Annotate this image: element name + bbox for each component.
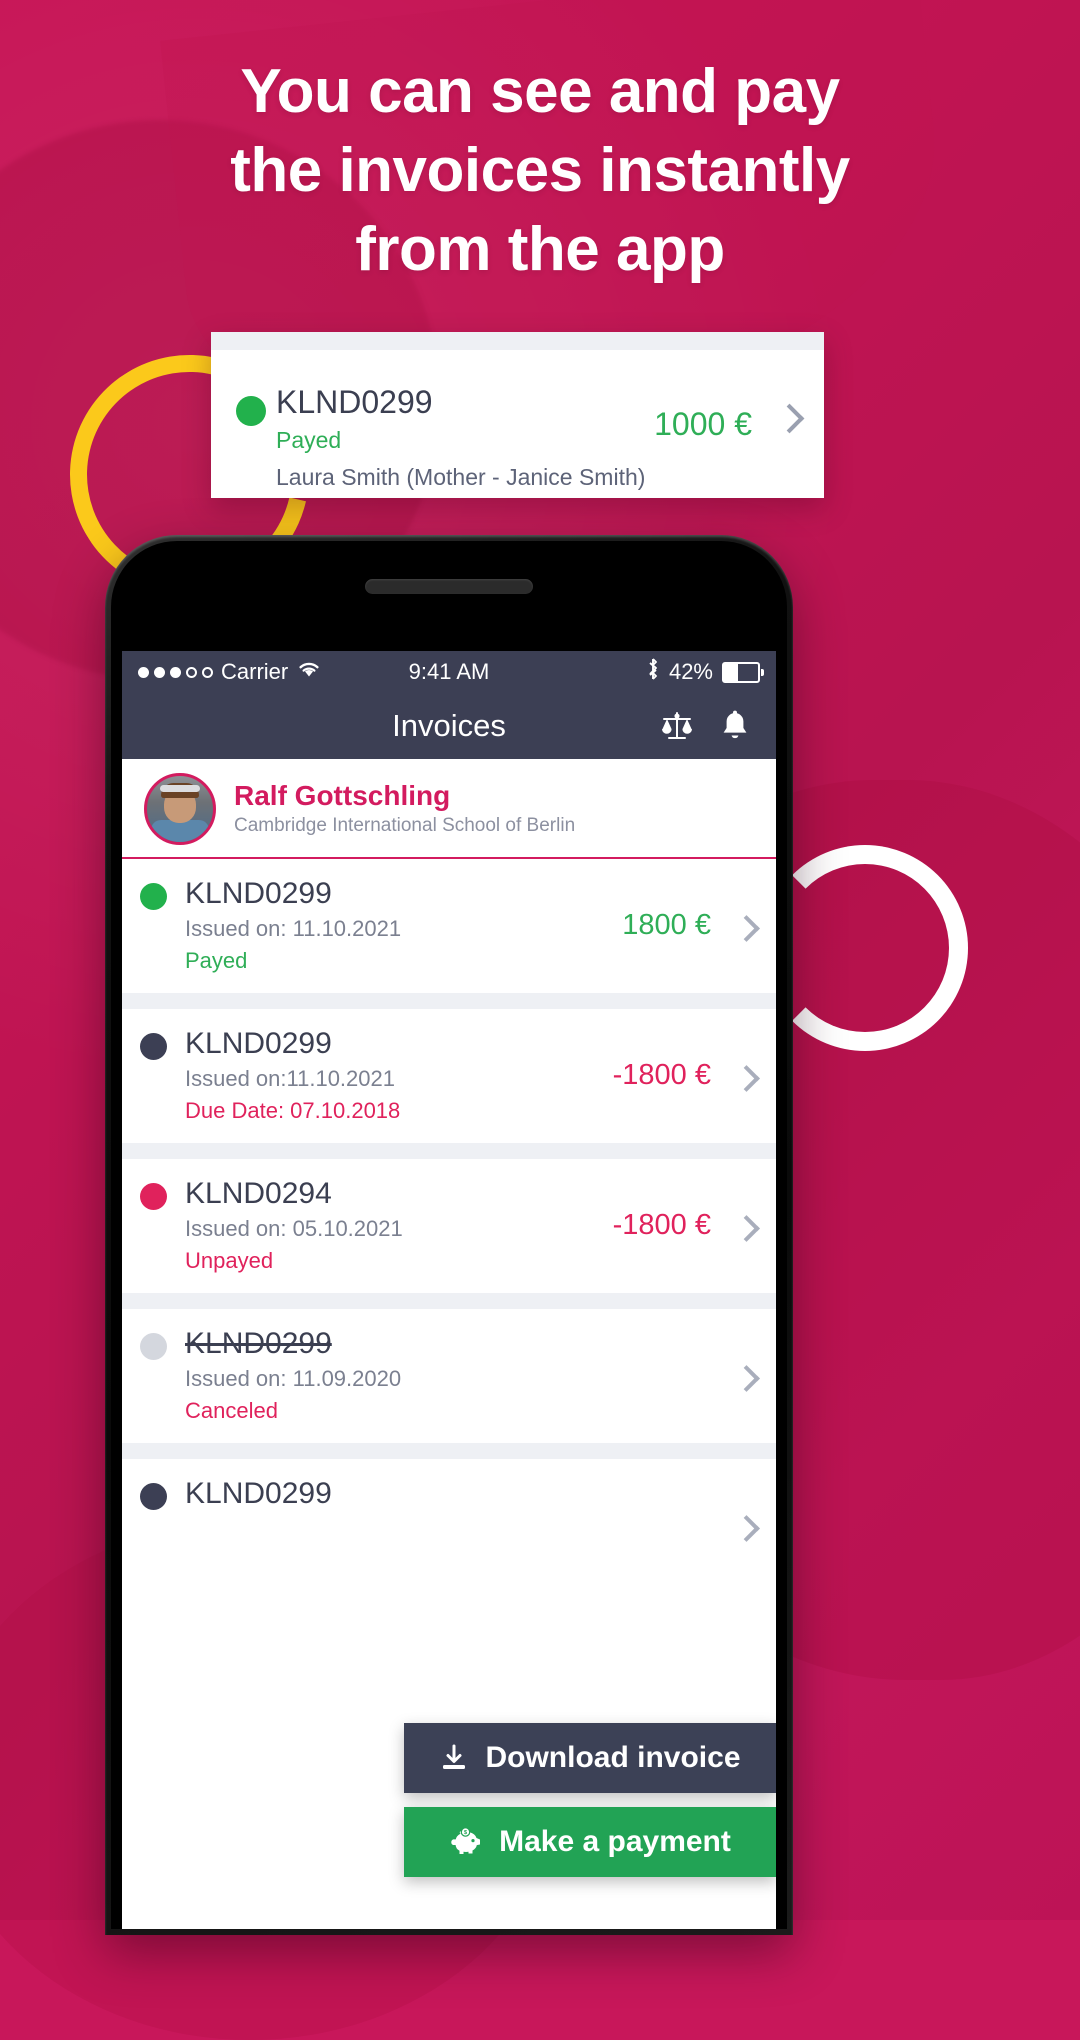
list-separator xyxy=(122,1143,776,1159)
status-badge: Due Date: 07.10.2018 xyxy=(185,1098,401,1123)
wifi-icon xyxy=(296,659,322,685)
invoice-issued-date: Issued on:11.10.2021 xyxy=(185,1066,395,1091)
invoice-id: KLND0299 xyxy=(185,877,332,910)
invoice-amount: 1800 € xyxy=(622,909,711,941)
action-buttons: Download invoice $ Make a payment xyxy=(404,1723,776,1891)
invoice-issued-date: Issued on: 05.10.2021 xyxy=(185,1216,403,1241)
status-dot xyxy=(140,1333,167,1360)
status-badge: Canceled xyxy=(185,1398,278,1423)
avatar xyxy=(144,773,216,845)
invoice-id: KLND0294 xyxy=(185,1177,332,1210)
invoice-row[interactable]: KLND0299 Issued on:11.10.2021 Due Date: 07… xyxy=(122,1009,776,1143)
chevron-right-icon[interactable] xyxy=(733,1065,760,1092)
invoice-id: KLND0299 xyxy=(185,1327,332,1360)
chevron-right-icon[interactable] xyxy=(733,1365,760,1392)
invoice-list: KLND0299 Issued on: 11.10.2021 Payed 1800 €… xyxy=(122,859,776,1567)
invoice-id: KLND0299 xyxy=(185,1477,332,1510)
status-badge: Payed xyxy=(185,948,248,973)
chevron-right-icon[interactable] xyxy=(733,1215,760,1242)
download-invoice-label: Download invoice xyxy=(485,1741,741,1774)
invoice-issued-date: Issued on: 11.09.2020 xyxy=(185,1366,402,1391)
chevron-right-icon[interactable] xyxy=(774,403,805,434)
payer-name: Laura Smith (Mother - Janice Smith) xyxy=(276,464,646,490)
invoice-row[interactable]: KLND0299 xyxy=(122,1459,776,1567)
chevron-right-icon[interactable] xyxy=(733,1515,760,1542)
status-dot xyxy=(236,396,266,426)
status-bar: Carrier 9:41 AM 42% xyxy=(122,651,776,693)
phone-screen: Carrier 9:41 AM 42% Invoices Ralf Gottsc… xyxy=(122,651,776,1929)
chevron-right-icon[interactable] xyxy=(733,915,760,942)
invoice-amount: 1000 € xyxy=(654,406,752,442)
phone-speaker xyxy=(365,579,533,594)
invoice-amount: -1800 € xyxy=(612,1059,711,1091)
phone-mockup: Carrier 9:41 AM 42% Invoices Ralf Gottsc… xyxy=(105,535,793,1935)
invoice-amount: -1800 € xyxy=(612,1209,711,1241)
bluetooth-icon xyxy=(646,657,660,687)
battery-icon xyxy=(722,661,764,683)
status-dot xyxy=(140,1183,167,1210)
piggy-bank-icon: $ xyxy=(449,1828,483,1856)
status-dot xyxy=(140,883,167,910)
invoice-id: KLND0299 xyxy=(276,384,433,420)
headline-line: from the app xyxy=(355,215,725,284)
download-invoice-button[interactable]: Download invoice xyxy=(404,1723,776,1793)
invoice-id: KLND0299 xyxy=(185,1027,332,1060)
download-icon xyxy=(439,1743,469,1773)
floating-invoice-card[interactable]: KLND0299 Payed Laura Smith (Mother - Jan… xyxy=(211,332,824,498)
status-badge: Payed xyxy=(276,427,342,453)
scales-of-justice-icon[interactable] xyxy=(660,710,694,742)
status-badge: Unpayed xyxy=(185,1248,274,1273)
invoice-row[interactable]: KLND0299 Issued on: 11.09.2020 Canceled xyxy=(122,1309,776,1443)
headline-line: You can see and pay xyxy=(240,57,840,126)
bell-icon[interactable] xyxy=(720,710,750,742)
invoice-row[interactable]: KLND0294 Issued on: 05.10.2021 Unpayed -180… xyxy=(122,1159,776,1293)
profile-row[interactable]: Ralf Gottschling Cambridge International… xyxy=(122,759,776,859)
headline-line: the invoices instantly xyxy=(230,136,850,205)
list-separator xyxy=(122,993,776,1009)
list-separator xyxy=(122,1443,776,1459)
profile-school: Cambridge International School of Berlin xyxy=(234,815,576,836)
signal-dots-icon xyxy=(138,666,213,678)
invoice-row[interactable]: KLND0299 Issued on: 11.10.2021 Payed 1800 € xyxy=(122,859,776,993)
profile-name: Ralf Gottschling xyxy=(234,780,451,811)
promo-headline: You can see and pay the invoices instant… xyxy=(0,52,1080,289)
make-payment-button[interactable]: $ Make a payment xyxy=(404,1807,776,1877)
invoice-issued-date: Issued on: 11.10.2021 xyxy=(185,916,402,941)
status-dot xyxy=(140,1483,167,1510)
carrier-label: Carrier xyxy=(221,659,289,684)
status-dot xyxy=(140,1033,167,1060)
svg-text:$: $ xyxy=(464,1830,467,1836)
make-payment-label: Make a payment xyxy=(499,1825,731,1858)
list-separator xyxy=(122,1293,776,1309)
card-top-strip xyxy=(211,332,824,350)
battery-percent-label: 42% xyxy=(668,659,713,684)
app-header: Invoices xyxy=(122,693,776,759)
